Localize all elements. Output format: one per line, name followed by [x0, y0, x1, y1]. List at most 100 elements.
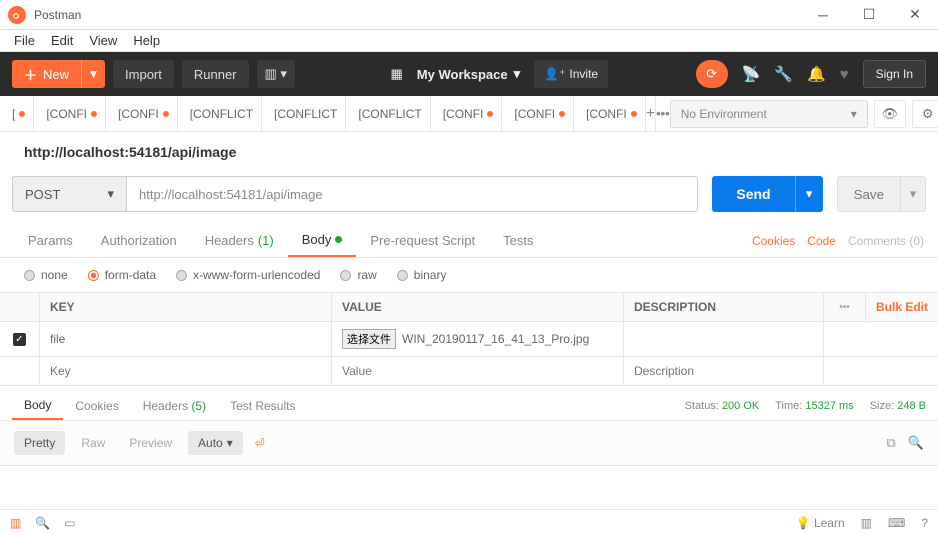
- resp-tab-test-results[interactable]: Test Results: [218, 393, 307, 419]
- copy-icon[interactable]: ⧉: [887, 435, 896, 451]
- environment-settings-button[interactable]: ⚙: [912, 100, 938, 128]
- tab-item[interactable]: [CONFI: [106, 96, 178, 131]
- tab-headers[interactable]: Headers (1): [191, 224, 288, 257]
- invite-label: Invite: [569, 67, 598, 81]
- method-dropdown[interactable]: POST ▾: [12, 176, 126, 212]
- menu-bar: File Edit View Help: [0, 30, 938, 52]
- chevron-down-icon: ▾: [851, 107, 857, 121]
- resp-tab-headers[interactable]: Headers (5): [131, 393, 218, 419]
- window-title: Postman: [34, 8, 81, 22]
- radio-binary[interactable]: binary: [397, 268, 447, 282]
- tab-overflow-button[interactable]: •••: [656, 96, 670, 131]
- eye-icon: 👁: [881, 106, 898, 122]
- tab-item[interactable]: [CONFI: [502, 96, 574, 131]
- tab-params[interactable]: Params: [14, 224, 87, 257]
- help-icon[interactable]: ?: [921, 516, 928, 530]
- signin-button[interactable]: Sign In: [863, 60, 926, 88]
- save-dropdown[interactable]: ▾: [900, 176, 926, 212]
- invite-icon: 👤⁺: [544, 67, 565, 81]
- tab-tests[interactable]: Tests: [489, 224, 547, 257]
- send-button[interactable]: Send: [712, 176, 794, 212]
- radio-raw[interactable]: raw: [340, 268, 376, 282]
- tab-item[interactable]: [CONFLICT: [262, 96, 346, 131]
- close-button[interactable]: ✕: [892, 0, 938, 30]
- raw-button[interactable]: Raw: [73, 431, 113, 455]
- col-value: VALUE: [332, 293, 624, 321]
- tab-prerequest[interactable]: Pre-request Script: [356, 224, 489, 257]
- tab-item[interactable]: [CONFLICT: [346, 96, 430, 131]
- bootcamp-button[interactable]: 💡 Learn: [796, 516, 845, 530]
- menu-edit[interactable]: Edit: [43, 33, 81, 48]
- wrench-icon[interactable]: 🔧: [774, 65, 793, 83]
- code-link[interactable]: Code: [807, 234, 836, 248]
- menu-help[interactable]: Help: [125, 33, 168, 48]
- find-icon[interactable]: 🔍: [35, 516, 50, 530]
- window-controls: ─ ☐ ✕: [800, 0, 938, 30]
- tab-authorization[interactable]: Authorization: [87, 224, 191, 257]
- radio-urlencoded[interactable]: x-www-form-urlencoded: [176, 268, 320, 282]
- environment-preview-button[interactable]: 👁: [874, 100, 906, 128]
- new-label: New: [43, 67, 69, 82]
- runner-button[interactable]: Runner: [182, 60, 249, 88]
- dirty-indicator: [335, 236, 342, 243]
- panes-icon[interactable]: ▥: [861, 516, 872, 530]
- preview-button[interactable]: Preview: [121, 431, 180, 455]
- value-input[interactable]: [342, 364, 613, 378]
- minimize-button[interactable]: ─: [800, 0, 846, 30]
- resp-tab-cookies[interactable]: Cookies: [63, 393, 130, 419]
- tab-item[interactable]: [CONFI: [431, 96, 503, 131]
- tab-item[interactable]: [: [0, 96, 34, 131]
- maximize-button[interactable]: ☐: [846, 0, 892, 30]
- time-value: 15327 ms: [805, 400, 853, 412]
- tab-item[interactable]: [CONFLICT: [178, 96, 262, 131]
- new-button[interactable]: ＋ New: [12, 60, 81, 88]
- chevron-down-icon: ▾: [227, 436, 233, 450]
- body-type-row: none form-data x-www-form-urlencoded raw…: [0, 258, 938, 293]
- auto-dropdown[interactable]: Auto▾: [188, 431, 243, 455]
- environment-dropdown[interactable]: No Environment ▾: [670, 100, 868, 128]
- comments-link[interactable]: Comments (0): [848, 234, 924, 248]
- save-button[interactable]: Save: [837, 176, 900, 212]
- menu-view[interactable]: View: [81, 33, 125, 48]
- workspace-label: My Workspace: [417, 67, 508, 82]
- tab-item[interactable]: [CONFI: [574, 96, 646, 131]
- cookies-link[interactable]: Cookies: [752, 234, 795, 248]
- col-key: KEY: [40, 293, 332, 321]
- chevron-down-icon: ▾: [107, 186, 114, 202]
- row-checkbox[interactable]: ✓: [13, 333, 26, 346]
- tab-item[interactable]: [CONFI: [34, 96, 106, 131]
- console-icon[interactable]: ▭: [64, 516, 75, 530]
- workspace-dropdown[interactable]: My Workspace ▾: [417, 66, 520, 82]
- import-button[interactable]: Import: [113, 60, 174, 88]
- sync-button[interactable]: ⟳: [696, 60, 728, 88]
- search-icon[interactable]: 🔍: [908, 435, 924, 451]
- invite-button[interactable]: 👤⁺ Invite: [534, 60, 608, 88]
- url-input[interactable]: [126, 176, 698, 212]
- description-input[interactable]: [634, 364, 813, 378]
- response-tabs: Body Cookies Headers (5) Test Results St…: [0, 386, 938, 420]
- bulk-edit-button[interactable]: Bulk Edit: [866, 293, 938, 321]
- heart-icon[interactable]: ♥: [840, 66, 849, 83]
- bell-icon[interactable]: 🔔: [807, 65, 826, 83]
- radio-form-data[interactable]: form-data: [88, 268, 156, 282]
- file-select-button[interactable]: 选择文件: [342, 329, 396, 349]
- main-toolbar: ＋ New ▾ Import Runner ▥ ▾ ▦ My Workspace…: [0, 52, 938, 96]
- status-bar: ▥ 🔍 ▭ 💡 Learn ▥ ⌨ ?: [0, 509, 938, 535]
- row-key[interactable]: file: [50, 332, 65, 346]
- window-toggle-button[interactable]: ▥ ▾: [257, 60, 295, 88]
- new-dropdown[interactable]: ▾: [81, 60, 105, 88]
- radio-none[interactable]: none: [24, 268, 68, 282]
- request-subtabs: Params Authorization Headers (1) Body Pr…: [0, 224, 938, 258]
- resp-tab-body[interactable]: Body: [12, 392, 63, 420]
- sidebar-toggle-icon[interactable]: ▥: [10, 516, 21, 530]
- key-input[interactable]: [50, 364, 321, 378]
- satellite-icon[interactable]: 📡: [742, 65, 761, 83]
- keyboard-shortcut-icon[interactable]: ⌨: [888, 516, 905, 530]
- send-dropdown[interactable]: ▾: [795, 176, 823, 212]
- kv-options-button[interactable]: •••: [824, 293, 866, 321]
- tab-body[interactable]: Body: [288, 224, 357, 257]
- pretty-button[interactable]: Pretty: [14, 431, 65, 455]
- tab-add-button[interactable]: +: [646, 96, 656, 131]
- wrap-lines-button[interactable]: ⏎: [251, 432, 269, 454]
- menu-file[interactable]: File: [6, 33, 43, 48]
